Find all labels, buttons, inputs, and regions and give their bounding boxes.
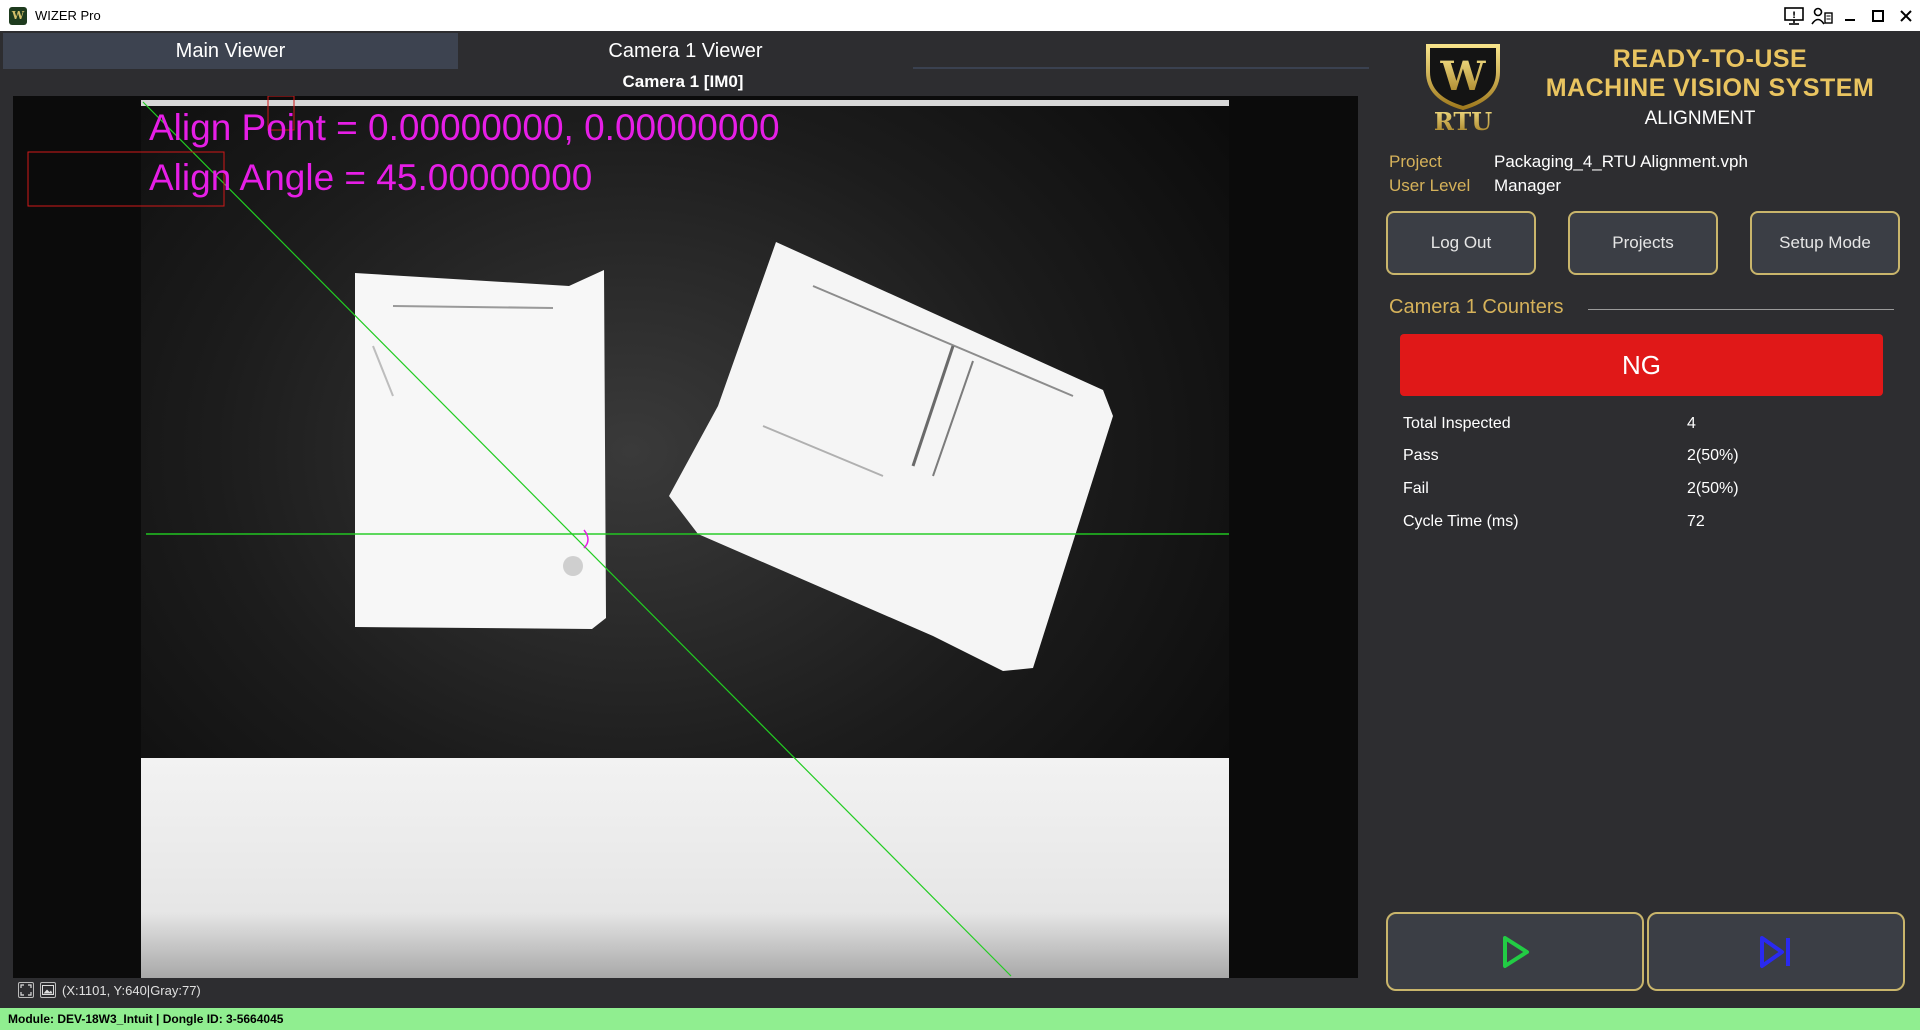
project-label: Project: [1389, 152, 1442, 171]
align-angle-text: Align Angle = 45.00000000: [149, 157, 593, 198]
title-bar: W WIZER Pro !: [0, 0, 1920, 31]
module-dongle-info: Module: DEV-18W3_Intuit | Dongle ID: 3-5…: [8, 1012, 284, 1026]
brand-line-2: MACHINE VISION SYSTEM: [1545, 74, 1875, 102]
log-out-button[interactable]: Log Out: [1386, 211, 1536, 275]
close-icon[interactable]: [1892, 0, 1920, 31]
align-point-text: Align Point = 0.00000000, 0.00000000: [149, 107, 780, 148]
setup-mode-button[interactable]: Setup Mode: [1750, 211, 1900, 275]
tab-main-viewer[interactable]: Main Viewer: [3, 33, 458, 69]
counter-label-fail: Fail: [1403, 480, 1429, 497]
counter-value-total: 4: [1687, 415, 1696, 432]
user-level-label: User Level: [1389, 176, 1471, 195]
viewer-tabs: Main Viewer Camera 1 Viewer: [3, 33, 1369, 69]
top-strip: [141, 100, 1229, 106]
counter-value-pass: 2(50%): [1687, 447, 1739, 464]
wizer-app-icon: W: [9, 6, 27, 25]
viewer-status-line: (X:1101, Y:640|Gray:77): [18, 980, 201, 1000]
svg-text:!: !: [1792, 11, 1796, 21]
counter-value-cycle: 72: [1687, 513, 1705, 530]
counter-label-total: Total Inspected: [1403, 415, 1511, 432]
result-badge: NG: [1400, 334, 1883, 396]
run-button[interactable]: [1386, 912, 1644, 991]
package-left: [355, 270, 606, 629]
step-button[interactable]: [1647, 912, 1905, 991]
play-icon: [1503, 935, 1529, 968]
window-controls: !: [1780, 0, 1920, 31]
project-value: Packaging_4_RTU Alignment.vph: [1494, 152, 1748, 171]
status-bar: Module: DEV-18W3_Intuit | Dongle ID: 3-5…: [0, 1008, 1920, 1030]
camera-counters-title: Camera 1 Counters: [1389, 296, 1564, 318]
section-divider: [1588, 309, 1894, 310]
camera-title: Camera 1 [IM0]: [622, 72, 744, 91]
window-title: WIZER Pro: [35, 8, 101, 23]
brand-line-1: READY-TO-USE: [1612, 45, 1808, 73]
tab-camera-1-viewer[interactable]: Camera 1 Viewer: [458, 33, 913, 69]
maximize-icon[interactable]: [1864, 0, 1892, 31]
step-forward-icon: [1760, 935, 1790, 968]
user-settings-icon[interactable]: [1808, 0, 1836, 31]
fit-screen-icon[interactable]: [18, 982, 34, 998]
brand-line-3: ALIGNMENT: [1644, 108, 1756, 129]
counter-value-fail: 2(50%): [1687, 480, 1739, 497]
minimize-icon[interactable]: [1836, 0, 1864, 31]
projects-button[interactable]: Projects: [1568, 211, 1718, 275]
monitor-icon[interactable]: !: [1780, 0, 1808, 31]
conveyor-bench: [141, 758, 1229, 978]
camera-image: [27, 96, 1229, 978]
image-icon[interactable]: [40, 982, 56, 998]
cursor-readout: (X:1101, Y:640|Gray:77): [62, 982, 201, 998]
counter-label-cycle: Cycle Time (ms): [1403, 513, 1519, 530]
svg-text:RTU: RTU: [1434, 107, 1492, 134]
rtu-logo: W RTU: [1420, 42, 1506, 136]
user-level-value: Manager: [1494, 176, 1562, 195]
svg-text:W: W: [1440, 53, 1487, 100]
counter-label-pass: Pass: [1403, 447, 1439, 464]
image-viewer[interactable]: Align Point = 0.00000000, 0.00000000 Ali…: [13, 96, 1358, 978]
